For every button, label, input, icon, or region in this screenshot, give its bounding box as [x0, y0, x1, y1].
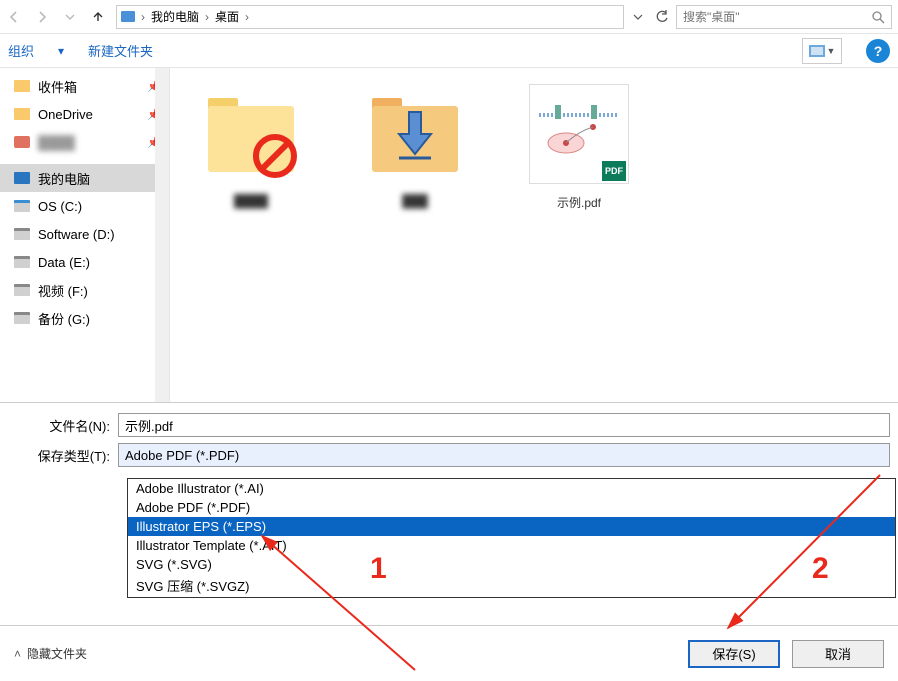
sidebar-scrollbar[interactable] — [155, 68, 169, 402]
chevron-up-icon[interactable]: ˄ — [14, 647, 21, 661]
sidebar-item-inbox[interactable]: 收件箱 📌 — [0, 72, 169, 100]
dropdown-option[interactable]: SVG 压缩 (*.SVGZ) — [128, 574, 895, 597]
recent-dropdown[interactable] — [56, 1, 84, 33]
up-button[interactable] — [84, 1, 112, 33]
new-folder-button[interactable]: 新建文件夹 — [88, 41, 153, 60]
main-area: 收件箱 📌 OneDrive 📌 ████ 📌 我的电脑 OS (C:) Sof… — [0, 68, 898, 402]
folder-icon — [14, 80, 30, 92]
sidebar-label: 我的电脑 — [38, 169, 90, 188]
drive-icon — [14, 200, 30, 212]
sidebar-label: 收件箱 — [38, 77, 77, 96]
bottom-bar: ˄ 隐藏文件夹 保存(S) 取消 — [0, 625, 898, 681]
blocked-icon — [253, 134, 297, 178]
breadcrumb-sep-icon: › — [141, 10, 145, 24]
breadcrumb-item[interactable]: 我的电脑 — [151, 8, 199, 25]
breadcrumb-item[interactable]: 桌面 — [215, 8, 239, 25]
drive-icon — [14, 312, 30, 324]
drive-icon — [14, 256, 30, 268]
dropdown-option-selected[interactable]: Illustrator EPS (*.EPS) — [128, 517, 895, 536]
file-name: 示例.pdf — [514, 194, 644, 211]
address-bar[interactable]: › 我的电脑 › 桌面 › — [116, 5, 624, 29]
sidebar-item-blurred[interactable]: ████ 📌 — [0, 128, 169, 156]
sidebar-label: ████ — [38, 135, 75, 150]
dropdown-option[interactable]: Illustrator Template (*.AIT) — [128, 536, 895, 555]
save-button[interactable]: 保存(S) — [688, 640, 780, 668]
sidebar-item-drive[interactable]: Software (D:) — [0, 220, 169, 248]
search-input[interactable] — [683, 10, 867, 24]
pdf-badge-icon: PDF — [602, 161, 626, 181]
sidebar-label: OneDrive — [38, 107, 93, 122]
pc-icon — [14, 172, 30, 184]
refresh-button[interactable] — [648, 10, 676, 24]
fields-area: 文件名(N): 示例.pdf 保存类型(T): Adobe PDF (*.PDF… — [0, 402, 898, 479]
view-mode-button[interactable]: ▼ — [802, 38, 842, 64]
filename-label: 文件名(N): — [8, 416, 118, 435]
nav-bar: › 我的电脑 › 桌面 › — [0, 0, 898, 34]
pc-icon — [121, 11, 135, 22]
sidebar-label: 备份 (G:) — [38, 309, 90, 328]
filetype-dropdown[interactable]: Adobe Illustrator (*.AI) Adobe PDF (*.PD… — [127, 478, 896, 598]
search-icon — [871, 10, 885, 24]
sidebar-item-drive[interactable]: OS (C:) — [0, 192, 169, 220]
sidebar: 收件箱 📌 OneDrive 📌 ████ 📌 我的电脑 OS (C:) Sof… — [0, 68, 170, 402]
sidebar-label: OS (C:) — [38, 199, 82, 214]
cancel-button[interactable]: 取消 — [792, 640, 884, 668]
file-pane[interactable]: ████ ███ — [170, 68, 898, 402]
back-button[interactable] — [0, 1, 28, 33]
sidebar-item-drive[interactable]: Data (E:) — [0, 248, 169, 276]
toolbar: 组织 ▾ 新建文件夹 ▼ ? — [0, 34, 898, 68]
hide-folders-link[interactable]: 隐藏文件夹 — [27, 645, 87, 662]
file-item-folder-blocked[interactable]: ████ — [186, 84, 316, 386]
filetype-label: 保存类型(T): — [8, 446, 118, 465]
file-item-pdf[interactable]: PDF 示例.pdf — [514, 84, 644, 386]
sidebar-label: 视频 (F:) — [38, 281, 88, 300]
search-box[interactable] — [676, 5, 892, 29]
file-item-folder-download[interactable]: ███ — [350, 84, 480, 386]
folder-icon — [14, 136, 30, 148]
download-icon — [395, 110, 435, 160]
sidebar-item-drive[interactable]: 视频 (F:) — [0, 276, 169, 304]
dropdown-option[interactable]: Adobe Illustrator (*.AI) — [128, 479, 895, 498]
sidebar-label: Data (E:) — [38, 255, 90, 270]
address-dropdown[interactable] — [628, 12, 648, 22]
organize-menu[interactable]: 组织 — [8, 41, 34, 60]
file-name: ███ — [350, 194, 480, 208]
dropdown-option[interactable]: SVG (*.SVG) — [128, 555, 895, 574]
file-name: ████ — [186, 194, 316, 208]
drive-icon — [14, 284, 30, 296]
forward-button[interactable] — [28, 1, 56, 33]
sidebar-item-drive[interactable]: 备份 (G:) — [0, 304, 169, 332]
sidebar-item-pc[interactable]: 我的电脑 — [0, 164, 169, 192]
drive-icon — [14, 228, 30, 240]
picture-icon — [809, 45, 825, 57]
dropdown-option[interactable]: Adobe PDF (*.PDF) — [128, 498, 895, 517]
filetype-select[interactable]: Adobe PDF (*.PDF) — [118, 443, 890, 467]
sidebar-label: Software (D:) — [38, 227, 115, 242]
filename-input[interactable]: 示例.pdf — [118, 413, 890, 437]
breadcrumb-sep-icon: › — [245, 10, 249, 24]
breadcrumb-sep-icon: › — [205, 10, 209, 24]
sidebar-item-onedrive[interactable]: OneDrive 📌 — [0, 100, 169, 128]
help-button[interactable]: ? — [866, 39, 890, 63]
folder-icon — [14, 108, 30, 120]
